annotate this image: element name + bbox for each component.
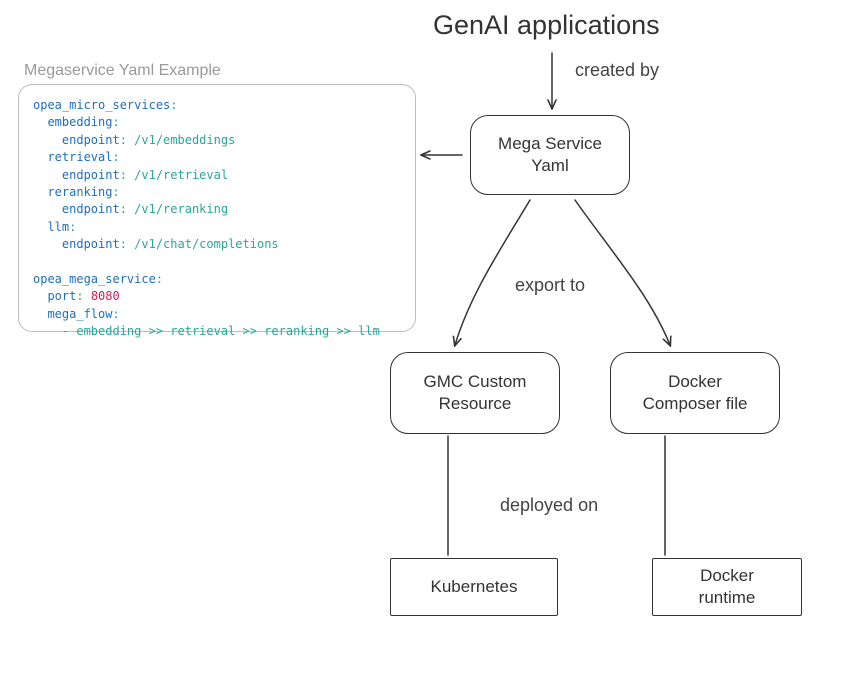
node-gmc-custom-resource: GMC CustomResource <box>390 352 560 434</box>
label-deployed-on: deployed on <box>500 495 598 516</box>
node-mega-service-yaml: Mega ServiceYaml <box>470 115 630 195</box>
node-kubernetes: Kubernetes <box>390 558 558 616</box>
panel-caption: Megaservice Yaml Example <box>24 62 221 80</box>
label-created-by: created by <box>575 60 659 81</box>
label-export-to: export to <box>515 275 585 296</box>
node-docker-runtime: Dockerruntime <box>652 558 802 616</box>
arrow-export-left-icon <box>455 200 530 345</box>
node-docker-composer-file: DockerComposer file <box>610 352 780 434</box>
diagram-title: GenAI applications <box>433 10 660 41</box>
yaml-example-panel: opea_micro_services: embedding: endpoint… <box>18 84 416 332</box>
arrow-export-right-icon <box>575 200 670 345</box>
